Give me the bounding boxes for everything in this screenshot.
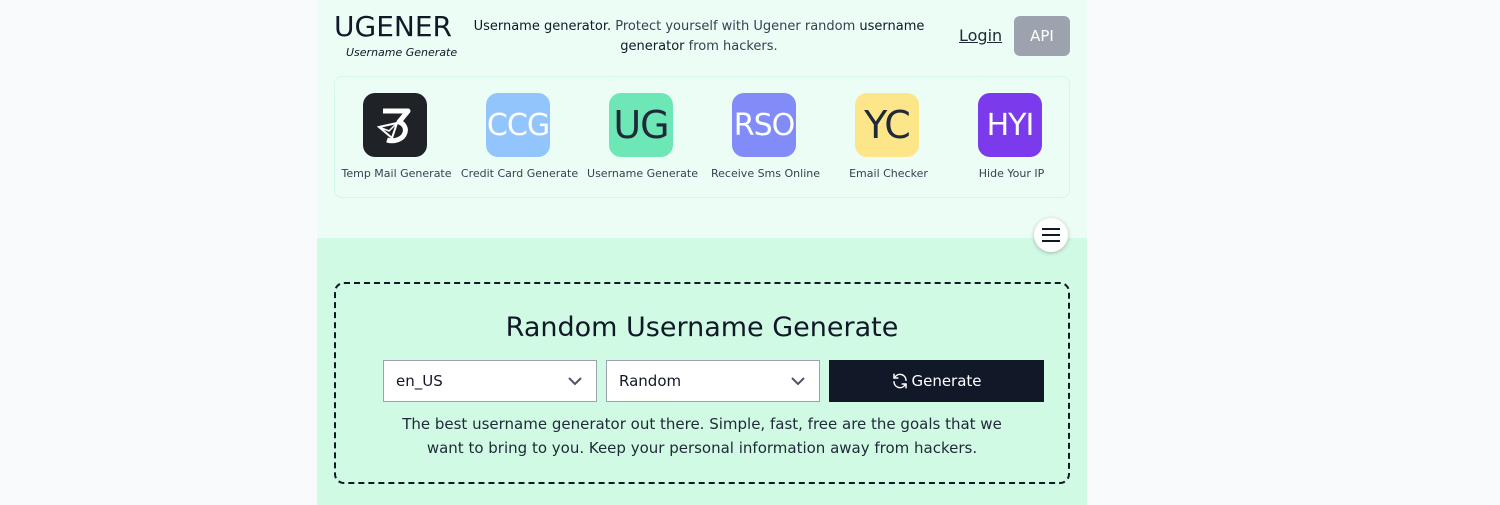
type-value: Random	[619, 372, 682, 390]
tool-label: Username Generate	[587, 167, 698, 180]
tool-email-checker[interactable]: YC Email Checker	[827, 77, 950, 197]
tool-label: Hide Your IP	[978, 167, 1045, 180]
generator-title: Random Username Generate	[505, 312, 899, 343]
tool-temp-mail[interactable]: Temp Mail Generate	[335, 77, 458, 197]
site-logo[interactable]: UGENER	[334, 10, 452, 44]
locale-select[interactable]: en_US	[383, 360, 597, 402]
tagline-bold-1: Username generator.	[473, 19, 612, 34]
chevron-down-icon	[791, 377, 805, 386]
type-select[interactable]: Random	[606, 360, 820, 402]
ccg-icon: CCG	[486, 93, 550, 157]
tagline-text-1: Protect yourself with Ugener random	[611, 19, 860, 34]
tool-label: Temp Mail Generate	[341, 167, 452, 180]
tagline-text-2: from hackers.	[684, 39, 778, 54]
logo-subtitle: Username Generate	[346, 46, 458, 59]
generate-label: Generate	[911, 372, 982, 390]
page-container: UGENER Username Generate Username genera…	[317, 0, 1087, 505]
ug-icon: UG	[609, 93, 673, 157]
tool-receive-sms[interactable]: RSO Receive Sms Online	[704, 77, 827, 197]
tool-label: Credit Card Generate	[460, 167, 579, 180]
hamburger-icon	[1042, 228, 1060, 242]
tool-credit-card[interactable]: CCG Credit Card Generate	[458, 77, 581, 197]
generate-button[interactable]: Generate	[829, 360, 1044, 402]
tools-panel: Temp Mail Generate CCG Credit Card Gener…	[334, 76, 1070, 198]
temp-mail-logo-icon	[363, 93, 427, 157]
locale-value: en_US	[396, 372, 443, 390]
api-button[interactable]: API	[1014, 16, 1070, 56]
rso-icon: RSO	[732, 93, 796, 157]
chevron-down-icon	[568, 377, 582, 386]
main-section: Random Username Generate en_US Random Ge…	[317, 238, 1087, 505]
refresh-icon	[893, 373, 908, 389]
tool-hide-ip[interactable]: HYI Hide Your IP	[950, 77, 1073, 197]
tool-label: Email Checker	[849, 167, 928, 180]
header: UGENER Username Generate Username genera…	[317, 0, 1087, 70]
tool-username[interactable]: UG Username Generate	[581, 77, 704, 197]
menu-button[interactable]	[1034, 218, 1068, 252]
hyi-icon: HYI	[978, 93, 1042, 157]
site-tagline: Username generator. Protect yourself wit…	[457, 17, 941, 57]
generator-description: The best username generator out there. S…	[402, 415, 1002, 457]
login-link[interactable]: Login	[959, 26, 1002, 45]
yc-icon: YC	[855, 93, 919, 157]
tool-label: Receive Sms Online	[711, 167, 820, 180]
generator-card: Random Username Generate en_US Random Ge…	[334, 282, 1070, 484]
